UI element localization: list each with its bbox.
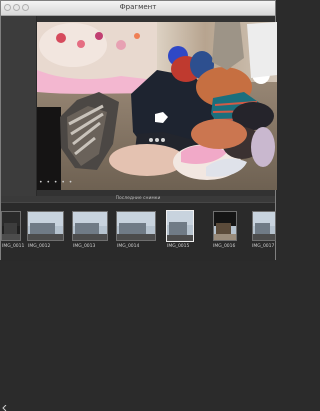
window-title: Фрагмент: [119, 3, 157, 11]
main-photo-preview[interactable]: • • • • •: [37, 22, 277, 190]
thumbnail-5[interactable]: [166, 210, 194, 242]
photo-status-dots: • • • • •: [39, 179, 74, 186]
thumbnail-caption: IMG_0016: [213, 244, 236, 249]
thumbnail-6[interactable]: [213, 211, 237, 241]
thumbnail-7[interactable]: [252, 211, 276, 241]
chevron-left-icon[interactable]: [2, 405, 8, 411]
knitwear-photo: [37, 22, 277, 180]
thumbnail-caption: IMG_0012: [28, 244, 51, 249]
thumbnail-caption: IMG_0011: [2, 244, 25, 249]
strip-label: Последние снимки: [115, 196, 161, 201]
thumbnail-caption: IMG_0017: [252, 244, 275, 249]
thumbnail-caption: IMG_0015: [167, 244, 190, 249]
left-panel: [1, 16, 37, 196]
thumbnail-1[interactable]: [1, 211, 21, 241]
title-bar: Фрагмент: [1, 1, 275, 16]
thumbnail-3[interactable]: [72, 211, 108, 241]
main-area: • • • • •: [1, 16, 277, 196]
thumbnail-caption: IMG_0014: [117, 244, 140, 249]
thumbnail-4[interactable]: [116, 211, 156, 241]
thumbnail-strip: IMG_0011 IMG_0012 IMG_0013 IMG_0014 IMG_…: [1, 202, 276, 411]
thumbnail-2[interactable]: [27, 211, 64, 241]
app-window: Фрагмент • • • • • Последние снимки IMG_…: [0, 0, 277, 411]
thumbnail-caption: IMG_0013: [73, 244, 96, 249]
